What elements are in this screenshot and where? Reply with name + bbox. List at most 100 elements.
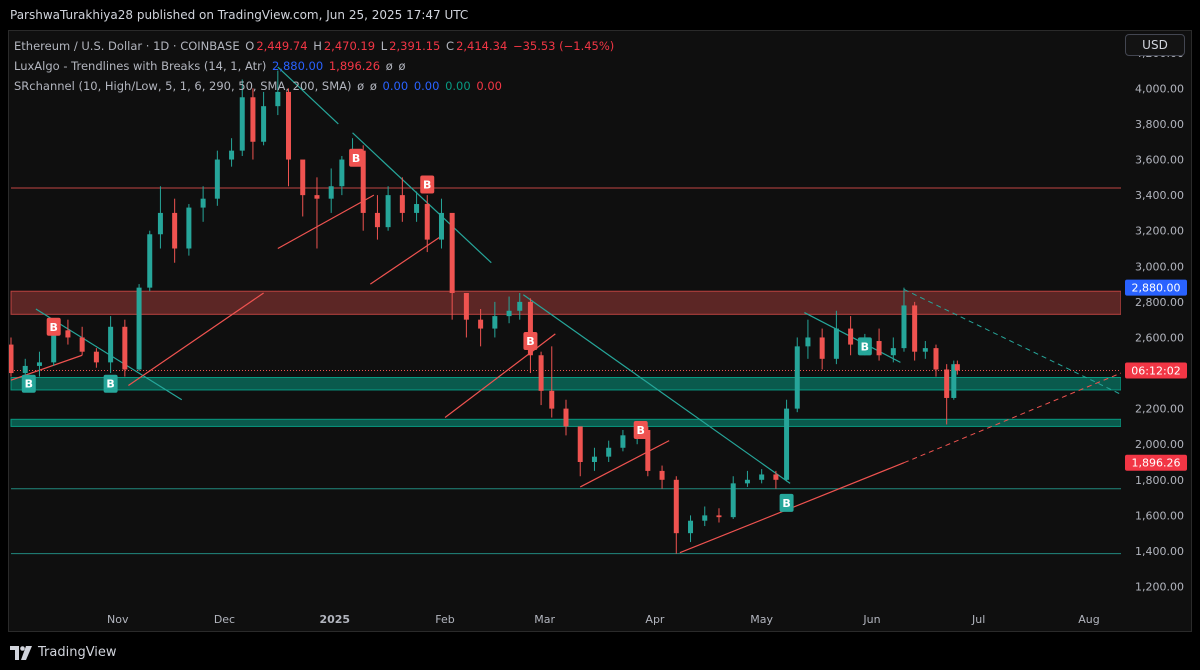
candle — [577, 426, 583, 477]
candle — [214, 150, 220, 206]
time-tick-label: Jul — [971, 613, 985, 626]
price-tick-label: 3,800.00 — [1135, 118, 1184, 131]
ohlc-close-value: 2,414.34 — [456, 39, 508, 53]
chart-panel[interactable]: B B B B B B B B B 1,200.00 1,400.00 1,600.00 1,800.… — [8, 30, 1192, 632]
candle — [563, 399, 569, 436]
candle-body — [549, 390, 555, 409]
candle-body — [9, 344, 14, 374]
candle — [794, 337, 800, 413]
time-tick-label: May — [750, 613, 773, 626]
candle-body — [702, 515, 708, 521]
candle — [414, 191, 420, 222]
candle — [339, 155, 345, 196]
brand-name: TradingView — [38, 645, 117, 660]
indicator-1-na-1: ø — [385, 59, 393, 73]
candle — [773, 470, 779, 489]
candle — [933, 344, 939, 377]
price-tick-label: 1,800.00 — [1135, 474, 1184, 487]
price-tick-label: 2,800.00 — [1135, 296, 1184, 309]
indicator-2-na-2: ø — [369, 79, 377, 93]
chart-legend: Ethereum / U.S. Dollar · 1D · COINBASE O… — [14, 36, 616, 96]
candle — [399, 177, 405, 222]
candle-body — [65, 330, 71, 338]
price-tick-label: 4,000.00 — [1135, 82, 1184, 95]
candle — [833, 310, 839, 365]
candle — [172, 198, 178, 263]
symbol-title[interactable]: Ethereum / U.S. Dollar · 1D · COINBASE — [14, 39, 240, 53]
ohlc-high-value: 2,470.19 — [323, 39, 376, 53]
candle-body — [563, 408, 569, 427]
candle-body — [147, 234, 153, 288]
break-marker: B — [46, 317, 61, 336]
indicator-2-value-1: 0.00 — [382, 79, 409, 93]
break-marker-label: B — [49, 321, 57, 334]
price-tick-label: 1,400.00 — [1135, 545, 1184, 558]
break-marker-label: B — [423, 178, 431, 191]
tradingview-brand[interactable]: TradingView — [10, 645, 117, 660]
candle-body — [876, 341, 882, 356]
candle-body — [620, 435, 626, 448]
candle — [730, 476, 736, 519]
candle-body — [250, 97, 256, 142]
candle-body — [954, 364, 960, 371]
ohlc-low-label: L — [380, 39, 388, 53]
candle-body — [286, 91, 291, 160]
axis-price-badge-text: 1,896.26 — [1132, 457, 1181, 470]
candle — [688, 515, 694, 543]
candle — [890, 337, 896, 363]
candle — [200, 186, 206, 222]
break-marker-label: B — [782, 497, 790, 510]
candle-body — [339, 159, 345, 187]
candle — [922, 341, 928, 359]
candle — [784, 399, 790, 482]
price-chart[interactable]: B B B B B B B B B 1,200.00 1,400.00 1,600.00 1,800.… — [9, 31, 1191, 631]
price-tick-label: 3,200.00 — [1135, 225, 1184, 238]
price-tick-label: 2,000.00 — [1135, 438, 1184, 451]
candle — [79, 326, 85, 356]
candle — [186, 204, 192, 256]
candle-body — [328, 186, 334, 199]
break-marker-label: B — [861, 340, 869, 353]
candle — [261, 91, 267, 146]
currency-button[interactable]: USD — [1125, 34, 1185, 56]
legend-indicator-2[interactable]: SRchannel (10, High/Low, 5, 1, 6, 290, 5… — [14, 76, 616, 96]
legend-indicator-1[interactable]: LuxAlgo - Trendlines with Breaks (14, 1,… — [14, 56, 616, 76]
publisher-line: ParshwaTurakhiya28 published on TradingV… — [10, 8, 469, 22]
price-change: −35.53 (−1.45%) — [512, 39, 615, 53]
candle-body — [108, 326, 114, 363]
break-marker-label: B — [637, 424, 645, 437]
candle — [716, 508, 722, 523]
candle-body — [538, 355, 544, 391]
candle-body — [374, 212, 380, 228]
break-marker-label: B — [352, 152, 360, 165]
candle-body — [805, 337, 811, 347]
price-tick-label: 3,000.00 — [1135, 260, 1184, 273]
candle-body — [759, 474, 765, 480]
candle-body — [399, 195, 405, 213]
candle-body — [186, 207, 192, 249]
candle-body — [517, 301, 523, 311]
price-tick-label: 2,200.00 — [1135, 403, 1184, 416]
price-tick-label: 1,200.00 — [1135, 581, 1184, 594]
indicator-1-value-2: 1,896.26 — [328, 59, 381, 73]
candle-body — [239, 97, 245, 151]
candle-body — [591, 456, 597, 463]
candle-body — [261, 106, 267, 142]
candle-body — [300, 159, 306, 196]
candle-body — [773, 474, 779, 480]
footer-bar: TradingView — [0, 636, 1200, 670]
candle-body — [314, 195, 320, 199]
publication-bar: ParshwaTurakhiya28 published on TradingV… — [0, 0, 1200, 30]
candle — [744, 470, 750, 487]
candle — [673, 476, 679, 554]
time-tick-label: Feb — [435, 613, 454, 626]
candle — [122, 319, 128, 377]
candle — [147, 230, 153, 292]
candle — [286, 88, 291, 187]
candle — [659, 465, 665, 489]
candle-body — [414, 204, 420, 213]
time-tick-label: Aug — [1078, 613, 1099, 626]
candle-body — [438, 212, 444, 240]
indicator-2-value-3: 0.00 — [445, 79, 471, 93]
candle-body — [492, 316, 498, 329]
